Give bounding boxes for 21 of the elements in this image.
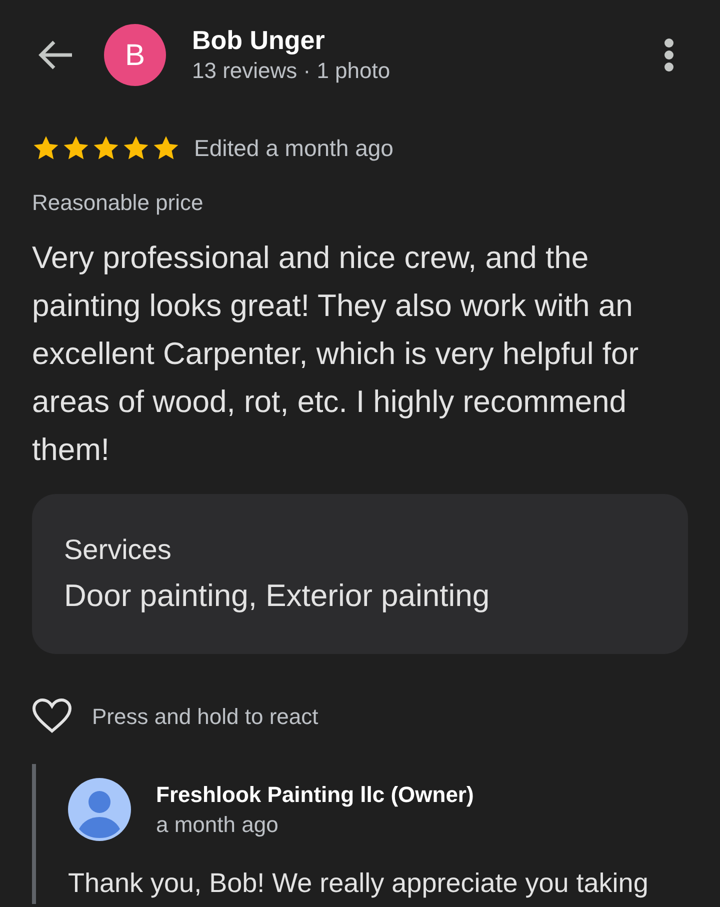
star-icon [122, 135, 150, 161]
star-icon [32, 135, 60, 161]
react-hint: Press and hold to react [92, 702, 318, 730]
review-text: Very professional and nice crew, and the painting looks great! They also work with an excellent Carpenter, which is very helpful for areas of wood, rot, etc. I highly recommend them! [32, 239, 640, 469]
star-icon [62, 135, 90, 161]
back-icon[interactable] [38, 39, 74, 71]
services-label: Services [64, 533, 172, 567]
reviewer-stats: 13 reviews · 1 photo [192, 57, 392, 85]
heart-icon[interactable] [32, 698, 72, 734]
reply-time: a month ago [156, 810, 280, 839]
star-icon [152, 135, 180, 161]
avatar: B [104, 24, 166, 86]
edited-time: Edited a month ago [194, 134, 394, 163]
owner-name: Freshlook Painting llc (Owner) [156, 780, 474, 809]
review-attribute: Reasonable price [32, 189, 204, 217]
star-icon [92, 135, 120, 161]
reviewer-name: Bob Unger [192, 24, 326, 56]
reply-text: Thank you, Bob! We really appreciate you taking [68, 867, 650, 900]
more-options-icon[interactable] [664, 38, 674, 72]
owner-avatar [68, 778, 131, 841]
services-value: Door painting, Exterior painting [64, 577, 490, 615]
